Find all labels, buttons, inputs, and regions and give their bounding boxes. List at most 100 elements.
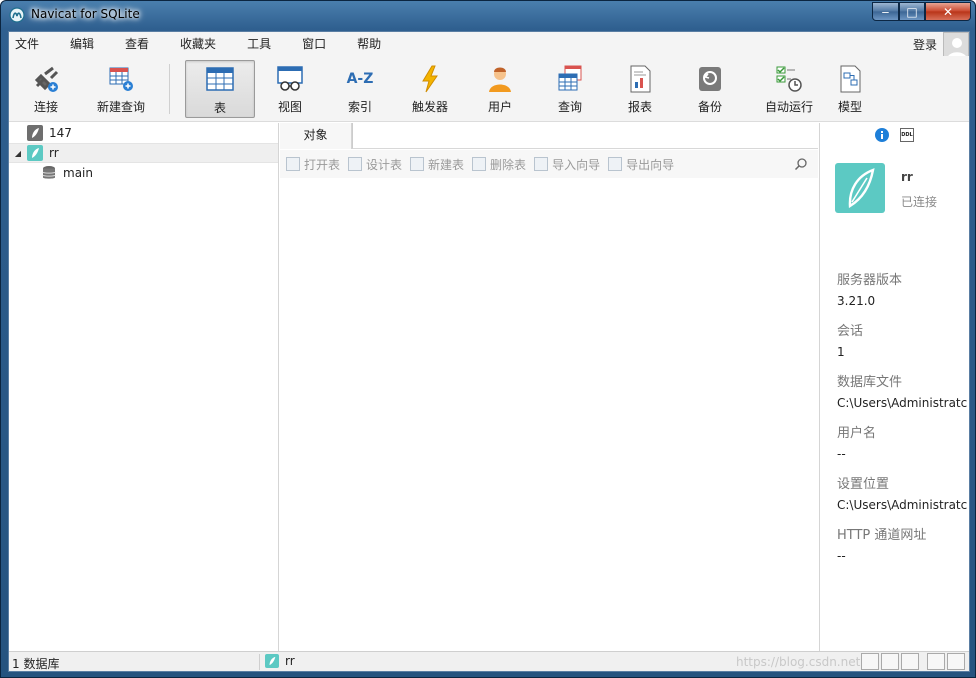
app-window: Navicat for SQLite ‒ □ ✕ 文件 编辑 查看 收藏夹 工具… — [0, 0, 976, 678]
delete-table-icon — [472, 157, 487, 171]
info-panel-tabs: DDL — [820, 123, 969, 147]
trigger-label: 触发器 — [411, 100, 448, 114]
object-pane: 对象 打开表 设计表 新建表 删除表 导入向导 导出向导 — [280, 123, 818, 651]
tree-item-147[interactable]: 147 — [9, 123, 278, 143]
login-link[interactable]: 登录 — [913, 36, 937, 53]
new-table-icon — [410, 157, 425, 171]
status-bar: 1 数据库 rr https://blog.csdn.net — [9, 651, 969, 671]
import-wizard-icon — [534, 157, 549, 171]
info-field-key: 用户名 — [837, 426, 877, 441]
tree-item-label: main — [63, 166, 93, 180]
maximize-button[interactable]: □ — [899, 2, 925, 21]
expand-arrow-icon[interactable]: ◢ — [9, 149, 27, 158]
detail-view-icon[interactable] — [901, 653, 919, 670]
report-icon — [625, 64, 655, 94]
query-icon — [555, 64, 585, 94]
info-field-server-version: 服务器版本 3.21.0 — [837, 269, 969, 308]
design-table-button[interactable]: 设计表 — [348, 156, 402, 173]
database-count: 1 数据库 — [12, 657, 60, 671]
close-button[interactable]: ✕ — [925, 2, 971, 21]
avatar[interactable] — [943, 32, 969, 59]
info-icon[interactable] — [874, 127, 890, 143]
status-connection-name: rr — [285, 654, 295, 668]
automation-icon — [774, 64, 804, 94]
window-title: Navicat for SQLite — [31, 7, 140, 21]
tree-item-label: 147 — [49, 126, 72, 140]
tree-item-main[interactable]: main — [9, 163, 278, 183]
query-label: 查询 — [557, 100, 582, 114]
search-icon[interactable] — [794, 157, 808, 171]
delete-table-button[interactable]: 删除表 — [472, 156, 526, 173]
title-bar[interactable]: Navicat for SQLite ‒ □ ✕ — [1, 1, 976, 29]
info-field-value: -- — [837, 549, 846, 563]
new-table-button[interactable]: 新建表 — [410, 156, 464, 173]
report-button[interactable]: 报表 — [605, 60, 675, 118]
sqlite-connection-icon — [265, 654, 279, 668]
trigger-button[interactable]: 触发器 — [395, 60, 465, 118]
sqlite-connection-icon — [27, 125, 43, 141]
model-button[interactable]: 模型 — [815, 60, 885, 118]
info-field-key: HTTP 通道网址 — [837, 528, 927, 543]
list-view-icon[interactable] — [881, 653, 899, 670]
grid-view-icon[interactable] — [861, 653, 879, 670]
backup-button[interactable]: 备份 — [675, 60, 745, 118]
watermark-text: https://blog.csdn.net — [736, 655, 861, 669]
connect-plug-icon — [31, 64, 61, 94]
minimize-button[interactable]: ‒ — [872, 2, 899, 21]
toolbar-separator — [169, 64, 170, 114]
menu-tools[interactable]: 工具 — [241, 32, 284, 56]
menu-help[interactable]: 帮助 — [351, 32, 394, 56]
table-label: 表 — [213, 101, 226, 115]
connection-navigator: 147 ◢ rr main — [9, 123, 279, 651]
info-field-value: C:\Users\Administratc — [837, 396, 968, 410]
info-field-key: 设置位置 — [837, 477, 890, 492]
design-table-label: 设计表 — [366, 157, 403, 172]
import-wizard-label: 导入向导 — [552, 157, 601, 172]
backup-label: 备份 — [697, 100, 722, 114]
view-button[interactable]: 视图 — [255, 60, 325, 118]
navicat-logo-icon — [9, 7, 25, 23]
view-glasses-icon — [275, 64, 305, 94]
new-table-label: 新建表 — [428, 157, 465, 172]
toggle-nav-pane-icon[interactable] — [927, 653, 945, 670]
index-label: 索引 — [347, 100, 372, 114]
client-area: 文件 编辑 查看 收藏夹 工具 窗口 帮助 登录 连接 新建查询 表 视图 A-… — [8, 31, 970, 672]
import-wizard-button[interactable]: 导入向导 — [534, 156, 600, 173]
ddl-icon[interactable]: DDL — [900, 128, 914, 142]
info-field-username: 用户名 -- — [837, 422, 969, 461]
backup-icon — [695, 64, 725, 94]
menu-favorites[interactable]: 收藏夹 — [174, 32, 229, 56]
new-query-button[interactable]: 新建查询 — [81, 60, 161, 118]
view-label: 视图 — [277, 100, 302, 114]
menu-file[interactable]: 文件 — [9, 32, 52, 56]
user-label: 用户 — [487, 100, 512, 114]
info-field-value: C:\Users\Administratc — [837, 498, 968, 512]
new-query-icon — [106, 64, 136, 94]
export-wizard-label: 导出向导 — [626, 157, 675, 172]
export-wizard-button[interactable]: 导出向导 — [608, 156, 674, 173]
menu-view[interactable]: 查看 — [119, 32, 162, 56]
info-field-key: 数据库文件 — [837, 375, 903, 390]
table-button[interactable]: 表 — [185, 60, 255, 118]
toggle-info-pane-icon[interactable] — [947, 653, 965, 670]
connect-button[interactable]: 连接 — [11, 60, 81, 118]
info-field-value: -- — [837, 447, 846, 461]
object-list-area[interactable] — [280, 178, 818, 651]
user-icon — [485, 64, 515, 94]
menu-bar: 文件 编辑 查看 收藏夹 工具 窗口 帮助 — [9, 32, 969, 56]
index-button[interactable]: A-Z 索引 — [325, 60, 395, 118]
tree-item-rr[interactable]: ◢ rr — [9, 143, 278, 163]
status-connection: rr — [265, 654, 295, 668]
tab-objects[interactable]: 对象 — [280, 123, 352, 149]
menu-window[interactable]: 窗口 — [296, 32, 339, 56]
menu-edit[interactable]: 编辑 — [64, 32, 107, 56]
query-button[interactable]: 查询 — [535, 60, 605, 118]
info-panel: DDL rr 已连接 服务器版本 3.21.0 会话 1 数据库文件 C:\Us… — [819, 123, 969, 651]
info-field-value: 3.21.0 — [837, 294, 876, 308]
user-button[interactable]: 用户 — [465, 60, 535, 118]
open-table-button[interactable]: 打开表 — [286, 156, 340, 173]
database-icon — [41, 165, 57, 181]
info-field-database-file: 数据库文件 C:\Users\Administratc — [837, 371, 969, 410]
info-field-key: 服务器版本 — [837, 273, 903, 288]
tree-item-label: rr — [49, 146, 59, 160]
